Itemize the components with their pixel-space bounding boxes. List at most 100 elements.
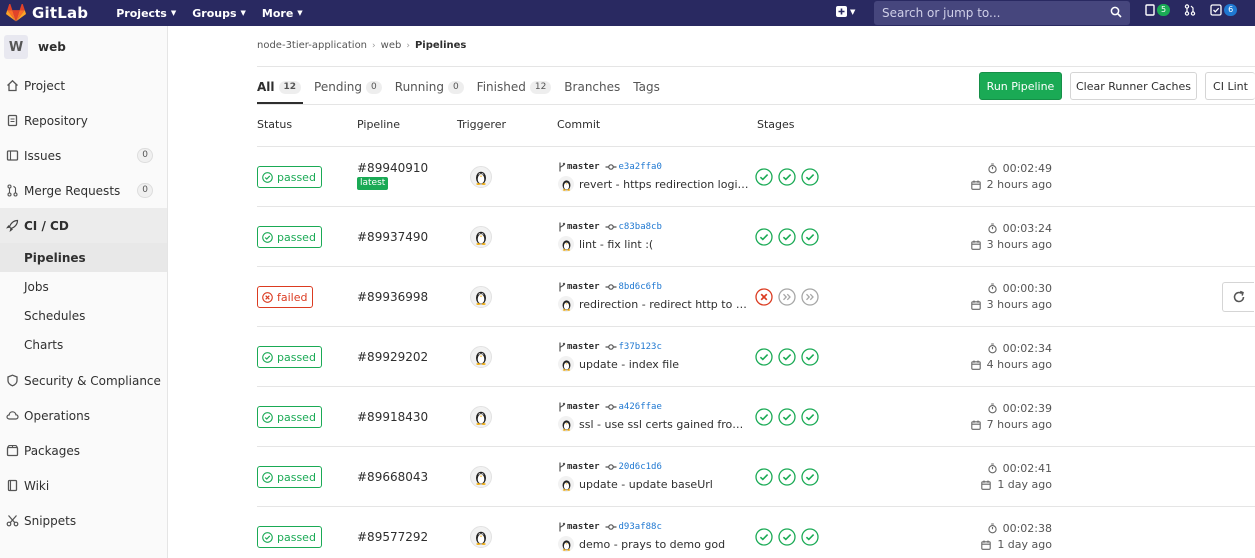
stage-success-icon[interactable] bbox=[755, 228, 773, 246]
stage-success-icon[interactable] bbox=[778, 528, 796, 546]
stage-success-icon[interactable] bbox=[801, 168, 819, 186]
pipeline-id-link[interactable]: #89577292 bbox=[357, 530, 428, 544]
pipeline-id-link[interactable]: #89937490 bbox=[357, 230, 428, 244]
breadcrumb-current[interactable]: Pipelines bbox=[415, 40, 466, 51]
commit-title-link[interactable]: lint - fix lint :( bbox=[579, 238, 653, 251]
gitlab-logo[interactable]: GitLab bbox=[6, 4, 88, 22]
run-pipeline-button[interactable]: Run Pipeline bbox=[979, 72, 1062, 100]
triggerer-avatar[interactable] bbox=[470, 406, 492, 428]
tab-finished[interactable]: Finished 12 bbox=[477, 70, 552, 104]
status-badge[interactable]: passed bbox=[257, 346, 322, 368]
sidebar-item-security-compliance[interactable]: Security & Compliance bbox=[0, 363, 167, 398]
pipeline-id-link[interactable]: #89940910 bbox=[357, 161, 428, 175]
triggerer-avatar[interactable] bbox=[470, 466, 492, 488]
stage-success-icon[interactable] bbox=[801, 528, 819, 546]
commit-sha-link[interactable]: a426ffae bbox=[619, 402, 662, 412]
status-badge[interactable]: passed bbox=[257, 526, 322, 548]
author-avatar[interactable] bbox=[558, 476, 574, 492]
triggerer-avatar[interactable] bbox=[470, 166, 492, 188]
nav-projects[interactable]: Projects ▼ bbox=[116, 7, 176, 20]
pipeline-id-link[interactable]: #89668043 bbox=[357, 470, 428, 484]
sidebar-item-issues[interactable]: Issues 0 bbox=[0, 138, 167, 173]
commit-sha-link[interactable]: d93af88c bbox=[619, 522, 662, 532]
commit-sha-link[interactable]: f37b123c bbox=[619, 342, 662, 352]
commit-title-link[interactable]: update - index file bbox=[579, 358, 679, 371]
stage-success-icon[interactable] bbox=[778, 408, 796, 426]
sidebar-item-project[interactable]: Project bbox=[0, 68, 167, 103]
sidebar-item-snippets[interactable]: Snippets bbox=[0, 503, 167, 538]
branch-link[interactable]: master bbox=[567, 402, 600, 412]
stage-success-icon[interactable] bbox=[755, 408, 773, 426]
author-avatar[interactable] bbox=[558, 416, 574, 432]
commit-title-link[interactable]: ssl - use ssl certs gained from ... bbox=[579, 418, 751, 431]
branch-link[interactable]: master bbox=[567, 462, 600, 472]
sidebar-item-merge-requests[interactable]: Merge Requests 0 bbox=[0, 173, 167, 208]
sidebar-item-operations[interactable]: Operations bbox=[0, 398, 167, 433]
issues-nav-button[interactable]: 5 bbox=[1145, 4, 1171, 16]
triggerer-avatar[interactable] bbox=[470, 346, 492, 368]
author-avatar[interactable] bbox=[558, 296, 574, 312]
clear-runner-caches-button[interactable]: Clear Runner Caches bbox=[1070, 72, 1197, 100]
sidebar-item-packages[interactable]: Packages bbox=[0, 433, 167, 468]
commit-sha-link[interactable]: e3a2ffa0 bbox=[619, 162, 662, 172]
pipeline-id-link[interactable]: #89929202 bbox=[357, 350, 428, 364]
merge-requests-nav-button[interactable] bbox=[1184, 4, 1196, 16]
tab-running[interactable]: Running 0 bbox=[395, 70, 464, 104]
author-avatar[interactable] bbox=[558, 536, 574, 552]
author-avatar[interactable] bbox=[558, 236, 574, 252]
stage-skipped-icon[interactable] bbox=[778, 288, 796, 306]
stage-success-icon[interactable] bbox=[755, 528, 773, 546]
stage-success-icon[interactable] bbox=[801, 348, 819, 366]
search-input[interactable] bbox=[882, 6, 1102, 20]
pipeline-id-link[interactable]: #89918430 bbox=[357, 410, 428, 424]
triggerer-avatar[interactable] bbox=[470, 226, 492, 248]
commit-sha-link[interactable]: 8bd6c6fb bbox=[619, 282, 662, 292]
status-badge[interactable]: passed bbox=[257, 406, 322, 428]
commit-sha-link[interactable]: 20d6c1d6 bbox=[619, 462, 662, 472]
triggerer-avatar[interactable] bbox=[470, 526, 492, 548]
sidebar-item-wiki[interactable]: Wiki bbox=[0, 468, 167, 503]
stage-success-icon[interactable] bbox=[778, 228, 796, 246]
retry-button[interactable] bbox=[1222, 282, 1254, 312]
sidebar-item-repository[interactable]: Repository bbox=[0, 103, 167, 138]
status-badge[interactable]: passed bbox=[257, 226, 322, 248]
project-header[interactable]: W web bbox=[0, 26, 167, 68]
sidebar-subitem-schedules[interactable]: Schedules bbox=[0, 301, 167, 330]
stage-failed-icon[interactable] bbox=[755, 288, 773, 306]
stage-success-icon[interactable] bbox=[778, 348, 796, 366]
breadcrumb-project-link[interactable]: web bbox=[381, 40, 402, 51]
stage-skipped-icon[interactable] bbox=[801, 288, 819, 306]
branch-link[interactable]: master bbox=[567, 342, 600, 352]
tab-pending[interactable]: Pending 0 bbox=[314, 70, 382, 104]
stage-success-icon[interactable] bbox=[755, 468, 773, 486]
author-avatar[interactable] bbox=[558, 356, 574, 372]
sidebar-item-ci-cd[interactable]: CI / CD bbox=[0, 208, 167, 243]
author-avatar[interactable] bbox=[558, 176, 574, 192]
commit-title-link[interactable]: update - update baseUrl bbox=[579, 478, 713, 491]
sidebar-subitem-jobs[interactable]: Jobs bbox=[0, 272, 167, 301]
commit-title-link[interactable]: demo - prays to demo god bbox=[579, 538, 725, 551]
new-dropdown-button[interactable]: ▼ bbox=[836, 6, 855, 17]
sidebar-subitem-charts[interactable]: Charts bbox=[0, 330, 167, 359]
branch-link[interactable]: master bbox=[567, 162, 600, 172]
stage-success-icon[interactable] bbox=[755, 348, 773, 366]
tab-all[interactable]: All 12 bbox=[257, 70, 304, 104]
breadcrumb-group-link[interactable]: node-3tier-application bbox=[257, 40, 367, 51]
stage-success-icon[interactable] bbox=[801, 408, 819, 426]
stage-success-icon[interactable] bbox=[801, 228, 819, 246]
commit-sha-link[interactable]: c83ba8cb bbox=[619, 222, 662, 232]
stage-success-icon[interactable] bbox=[801, 468, 819, 486]
ci-lint-button[interactable]: CI Lint bbox=[1205, 72, 1255, 100]
triggerer-avatar[interactable] bbox=[470, 286, 492, 308]
nav-groups[interactable]: Groups ▼ bbox=[192, 7, 246, 20]
todos-nav-button[interactable]: 6 bbox=[1210, 4, 1238, 16]
stage-success-icon[interactable] bbox=[778, 468, 796, 486]
status-badge[interactable]: passed bbox=[257, 166, 322, 188]
branch-link[interactable]: master bbox=[567, 222, 600, 232]
commit-title-link[interactable]: revert - https redirection logic ... bbox=[579, 178, 751, 191]
stage-success-icon[interactable] bbox=[755, 168, 773, 186]
branch-link[interactable]: master bbox=[567, 282, 600, 292]
stage-success-icon[interactable] bbox=[778, 168, 796, 186]
sidebar-subitem-pipelines[interactable]: Pipelines bbox=[0, 243, 167, 272]
tab-tags[interactable]: Tags bbox=[633, 70, 660, 104]
